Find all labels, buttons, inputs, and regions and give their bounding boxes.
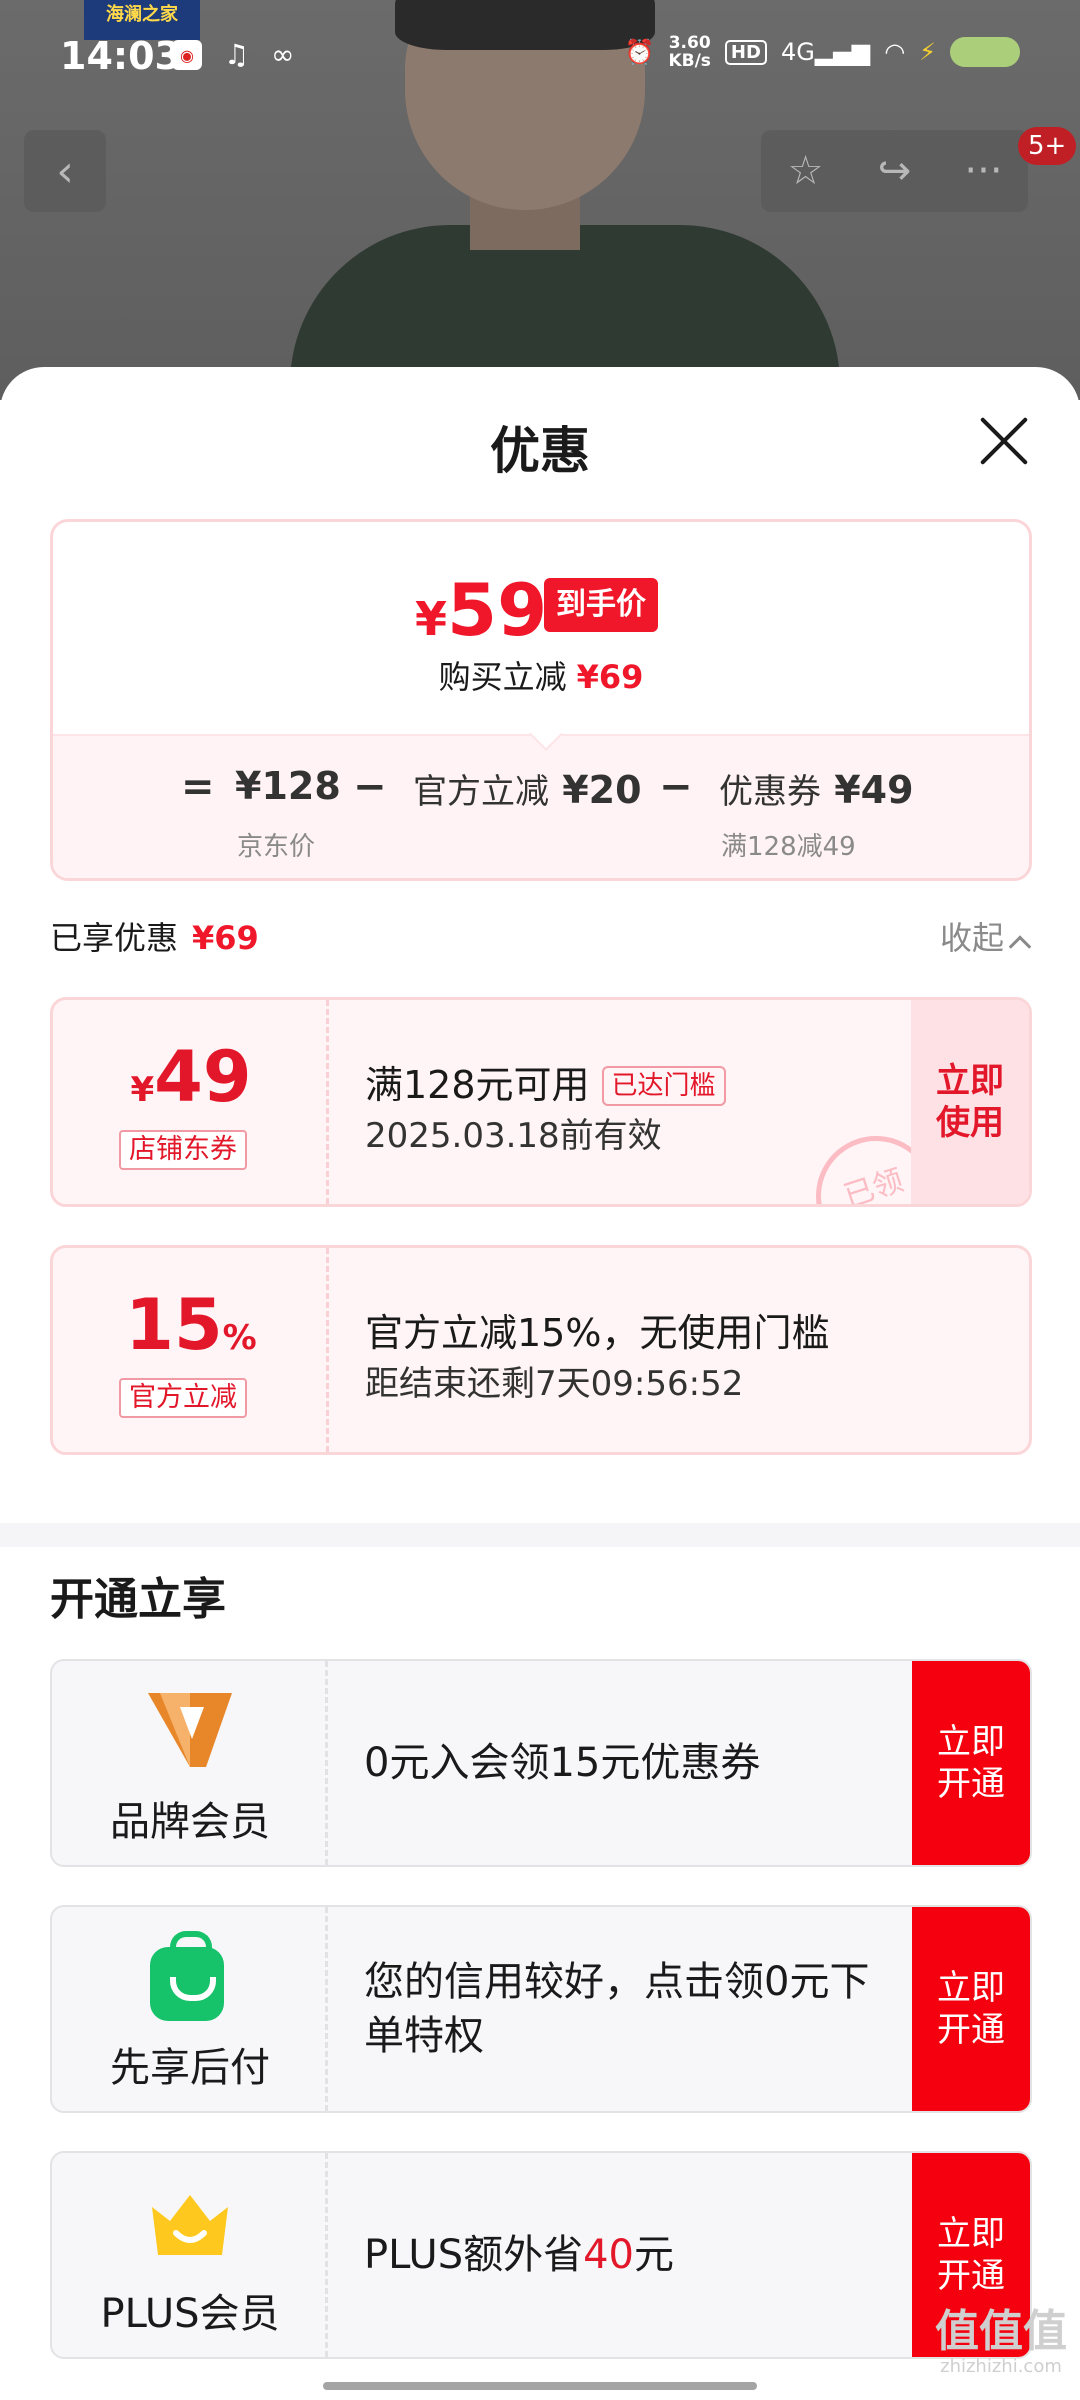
- plus-member-card[interactable]: PLUS会员 PLUS额外省 40 元 立即 开通: [50, 2151, 1032, 2359]
- jd-price-label: 京东价: [237, 832, 316, 862]
- member-left: 先享后付: [52, 1907, 328, 2111]
- official-reduction-card: 15% 官方立减 官方立减15%，无使用门槛 距结束还剩7天09:56:52: [50, 1245, 1032, 1455]
- member-description: PLUS额外省 40 元: [364, 2232, 674, 2278]
- alarm-icon: ⏰: [624, 38, 655, 66]
- open-now-button[interactable]: 立即 开通: [912, 1907, 1030, 2111]
- member-left: PLUS会员: [52, 2153, 328, 2357]
- countdown-text: 距结束还剩7天09:56:52: [365, 1364, 744, 1404]
- coupon-amount: 15%: [125, 1284, 257, 1366]
- net-speed: 3.60 KB/s: [668, 33, 711, 71]
- battery-icon: [950, 37, 1020, 67]
- home-indicator[interactable]: [323, 2382, 757, 2390]
- coupon-amount: ¥49: [130, 1036, 252, 1118]
- top-actions: ☆ ↪ ···: [761, 130, 1028, 212]
- use-now-button[interactable]: 立即 使用: [911, 1000, 1029, 1204]
- threshold-reached-tag: 已达门槛: [601, 1066, 726, 1106]
- section-divider: [0, 1523, 1080, 1547]
- sheet-title: 优惠: [490, 422, 590, 480]
- member-label: PLUS会员: [100, 2291, 280, 2337]
- coupon-reduction: 优惠券 ¥49: [719, 768, 914, 812]
- chevron-left-icon: ‹: [56, 145, 74, 197]
- app-notification-icon: ◉: [172, 40, 202, 70]
- member-description: 您的信用较好，点击领0元下单特权: [364, 1959, 870, 2059]
- coupon-condition: 满128元可用 已达门槛: [365, 1054, 726, 1109]
- reduce-line: 购买立减 ¥69: [438, 658, 644, 696]
- favorite-icon[interactable]: ☆: [761, 130, 850, 212]
- open-now-button[interactable]: 立即 开通: [912, 1661, 1030, 1865]
- notification-icons: ◉ ♫ ∞: [172, 40, 294, 70]
- share-icon[interactable]: ↪: [850, 130, 939, 212]
- shopping-bag-icon: [150, 1931, 224, 2021]
- minus-sign: −: [353, 764, 387, 810]
- wifi-icon: ◠: [884, 38, 906, 66]
- status-bar: 14:03 ◉ ♫ ∞ ⏰ 3.60 KB/s HD 4G▂▄▆ ◠ ⚡: [0, 0, 1080, 110]
- discount-sheet: 优惠 ¥59 到手价 购买立减 ¥69 = ¥128 京东价 − 官方立减 ¥20…: [0, 367, 1080, 2400]
- site-watermark: 值值值 zhizhizhi.com: [935, 2306, 1067, 2378]
- store-coupon-card: ¥49 店铺东券 满128元可用 已达门槛 2025.03.18前有效 已领 立即…: [50, 997, 1032, 1207]
- coupon-type-tag: 店铺东券: [119, 1130, 247, 1170]
- bell-icon: ♫: [224, 38, 250, 71]
- official-reduction: 官方立减 ¥20: [413, 768, 642, 812]
- member-label: 品牌会员: [110, 1799, 270, 1845]
- open-section-title: 开通立享: [50, 1574, 226, 1625]
- price-summary-top: ¥59 到手价 购买立减 ¥69: [53, 522, 1029, 734]
- coupon-type-tag: 官方立减: [119, 1378, 247, 1418]
- price-formula: = ¥128 京东价 − 官方立减 ¥20 − 优惠券 ¥49 满128减49: [53, 734, 1029, 878]
- coupon-left: ¥49 店铺东券: [53, 1000, 329, 1204]
- price-summary-card: ¥59 到手价 购买立减 ¥69 = ¥128 京东价 − 官方立减 ¥20 − …: [50, 519, 1032, 881]
- coupon-left: 15% 官方立减: [53, 1248, 329, 1452]
- link-icon: ∞: [271, 38, 295, 71]
- member-description: 0元入会领15元优惠券: [364, 1740, 761, 1786]
- hd-icon: HD: [724, 39, 767, 65]
- brand-member-card[interactable]: 品牌会员 0元入会领15元优惠券 立即 开通: [50, 1659, 1032, 1867]
- coupon-expiry: 2025.03.18前有效: [365, 1116, 662, 1156]
- member-label: 先享后付: [110, 2045, 270, 2091]
- equals-sign: =: [181, 764, 215, 810]
- back-button[interactable]: ‹: [24, 130, 106, 212]
- brand-v-icon: [148, 1693, 232, 1767]
- collapse-button[interactable]: 收起: [940, 913, 1032, 959]
- member-left: 品牌会员: [52, 1661, 328, 1865]
- final-price-tag: 到手价: [544, 578, 658, 632]
- charging-icon: ⚡: [919, 38, 936, 66]
- message-badge: 5+: [1018, 127, 1077, 165]
- status-time: 14:03: [60, 34, 181, 78]
- close-icon[interactable]: [978, 415, 1030, 467]
- coupon-condition: 满128减49: [721, 832, 856, 862]
- more-icon[interactable]: ···: [939, 130, 1028, 212]
- final-price: ¥59: [415, 568, 548, 652]
- signal-icon: 4G▂▄▆: [780, 38, 871, 66]
- chevron-up-icon: [1008, 935, 1032, 958]
- crown-icon: [152, 2195, 228, 2255]
- enjoyed-discount: 已享优惠 ¥69: [50, 919, 259, 957]
- system-icons: ⏰ 3.60 KB/s HD 4G▂▄▆ ◠ ⚡: [625, 34, 1020, 70]
- minus-sign: −: [659, 764, 693, 810]
- pay-later-card[interactable]: 先享后付 您的信用较好，点击领0元下单特权 立即 开通: [50, 1905, 1032, 2113]
- jd-price: ¥128: [235, 764, 341, 808]
- reduction-description: 官方立减15%，无使用门槛: [365, 1311, 830, 1355]
